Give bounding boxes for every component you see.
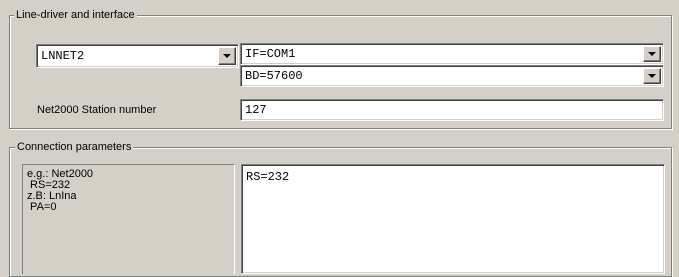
station-number-label: Net2000 Station number	[37, 104, 157, 116]
interface-dropdown-button[interactable]	[643, 46, 661, 62]
baud-select[interactable]: BD=57600	[240, 65, 664, 87]
examples-panel: e.g.: Net2000 RS=232 z.B: LnIna PA=0	[22, 164, 235, 274]
interface-select[interactable]: IF=COM1	[240, 43, 664, 65]
baud-select-value: BD=57600	[245, 69, 303, 83]
driver-select-value: LNNET2	[41, 49, 85, 63]
connection-params-textarea[interactable]: RS=232	[241, 164, 665, 274]
driver-dropdown-button[interactable]	[218, 47, 236, 65]
chevron-down-icon	[648, 74, 656, 78]
connection-legend: Connection parameters	[15, 141, 134, 154]
example-line: PA=0	[27, 201, 57, 213]
interface-select-value: IF=COM1	[245, 47, 296, 61]
examples-text: e.g.: Net2000 RS=232 z.B: LnIna PA=0	[27, 169, 93, 213]
station-number-input[interactable]: 127	[240, 99, 664, 121]
chevron-down-icon	[223, 54, 231, 58]
station-number-value: 127	[245, 103, 267, 117]
baud-dropdown-button[interactable]	[643, 68, 661, 84]
driver-select[interactable]: LNNET2	[36, 44, 239, 68]
chevron-down-icon	[648, 52, 656, 56]
line-driver-legend: Line-driver and interface	[14, 9, 137, 22]
connection-params-value: RS=232	[246, 170, 290, 184]
